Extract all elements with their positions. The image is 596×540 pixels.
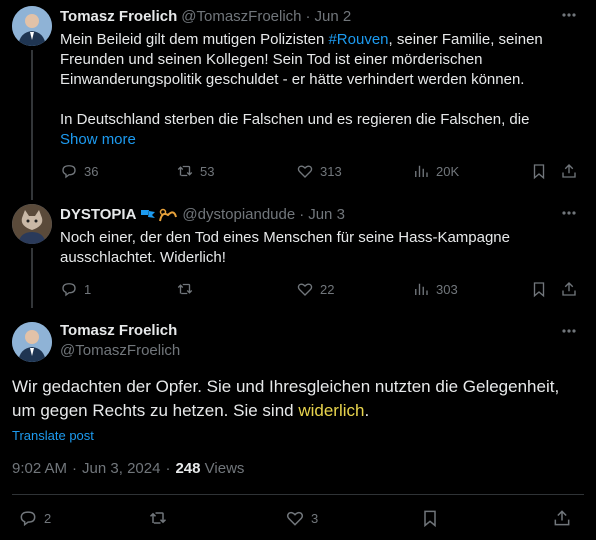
like-button[interactable]: 22 <box>296 280 334 298</box>
post-date[interactable]: Jun 3, 2024 <box>82 460 160 477</box>
repost-icon <box>177 165 193 177</box>
post-text: Mein Beileid gilt dem mutigen Polizisten… <box>60 30 580 150</box>
views-label: Views <box>204 460 245 477</box>
share-button[interactable] <box>560 280 578 298</box>
views-button[interactable]: 303 <box>412 280 458 298</box>
text-line: Einwanderungspolitik geschuldet - er hät… <box>60 71 525 88</box>
reply-count: 2 <box>44 510 52 526</box>
views-count: 303 <box>436 281 458 297</box>
more-icon[interactable] <box>560 6 578 29</box>
separator: · <box>165 460 171 477</box>
action-bar: 1 22 303 <box>60 280 580 300</box>
text-segment: . <box>364 401 370 420</box>
share-button[interactable] <box>552 508 572 528</box>
share-icon <box>562 164 576 178</box>
share-icon <box>554 510 570 526</box>
more-icon[interactable] <box>560 322 578 345</box>
like-button[interactable]: 313 <box>296 162 342 180</box>
more-icon[interactable] <box>560 204 578 227</box>
post-timestamp: 9:02 AM · Jun 3, 2024 · 248 Views <box>12 460 244 477</box>
share-button[interactable] <box>560 162 578 180</box>
author-name[interactable]: Tomasz Froelich <box>60 322 177 339</box>
tweet-header: DYSTOPIA @dystopiandude · Jun 3 <box>60 206 345 223</box>
reply-button[interactable]: 2 <box>18 508 51 528</box>
post-date[interactable]: Jun 2 <box>315 8 352 25</box>
author-name[interactable]: Tomasz Froelich <box>60 8 177 25</box>
thread-line <box>31 248 33 308</box>
views-icon <box>415 283 428 295</box>
verified-flag-icon <box>140 207 178 223</box>
bookmark-button[interactable] <box>530 280 548 298</box>
repost-icon <box>177 283 193 295</box>
post-date[interactable]: Jun 3 <box>308 206 345 223</box>
like-count: 3 <box>311 510 319 526</box>
like-button[interactable]: 3 <box>285 508 318 528</box>
bookmark-button[interactable] <box>420 508 440 528</box>
text-line: ausschlachtet. Widerlich! <box>60 249 226 266</box>
divider <box>12 494 584 495</box>
action-bar: 2 3 <box>12 508 584 530</box>
translate-post-link[interactable]: Translate post <box>12 428 94 443</box>
repost-icon <box>149 512 167 524</box>
views-count: 248 <box>175 460 201 477</box>
bookmark-icon <box>533 282 545 298</box>
views-button[interactable]: 20K <box>412 162 459 180</box>
reply-icon <box>20 511 36 527</box>
separator: · <box>305 8 311 25</box>
author-handle[interactable]: @TomaszFroelich <box>181 8 301 25</box>
text-line: Freunden und seinen Kollegen! Sein Tod i… <box>60 51 483 68</box>
tweet-header: Tomasz Froelich @TomaszFroelich · Jun 2 <box>60 8 351 25</box>
text-line: Noch einer, der den Tod eines Menschen f… <box>60 229 510 246</box>
hashtag-link[interactable]: #Rouven <box>328 31 388 48</box>
reply-button[interactable]: 36 <box>60 162 98 180</box>
show-more-link[interactable]: Show more <box>60 130 580 150</box>
share-icon <box>562 282 576 296</box>
avatar[interactable] <box>12 322 52 362</box>
thread-line <box>31 50 33 200</box>
reply-button[interactable]: 1 <box>60 280 91 298</box>
bookmark-button[interactable] <box>530 162 548 180</box>
repost-button[interactable] <box>148 508 174 528</box>
like-icon <box>297 165 313 178</box>
post-text: Noch einer, der den Tod eines Menschen f… <box>60 228 580 268</box>
like-icon <box>286 511 304 526</box>
repost-count: 53 <box>200 163 215 179</box>
separator: · <box>72 460 78 477</box>
views-icon <box>415 165 428 177</box>
like-count: 22 <box>320 281 335 297</box>
like-icon <box>297 283 313 296</box>
author-handle[interactable]: @TomaszFroelich <box>60 342 180 359</box>
author-name[interactable]: DYSTOPIA <box>60 206 136 223</box>
reply-count: 1 <box>84 281 92 297</box>
author-handle[interactable]: @dystopiandude <box>182 206 295 223</box>
text-segment: , seiner Familie, seinen <box>388 31 543 48</box>
bookmark-icon <box>533 164 545 180</box>
views-count: 20K <box>436 163 460 179</box>
text-line: In Deutschland sterben die Falschen und … <box>60 111 530 128</box>
avatar[interactable] <box>12 6 52 46</box>
repost-button[interactable] <box>176 280 200 298</box>
bookmark-icon <box>424 510 436 528</box>
repost-button[interactable]: 53 <box>176 162 214 180</box>
action-bar: 36 53 313 20K <box>60 162 580 182</box>
avatar[interactable] <box>12 204 52 244</box>
reply-count: 36 <box>84 163 99 179</box>
text-line: Wir gedachten der Opfer. Sie und Ihresgl… <box>12 377 560 396</box>
post-time[interactable]: 9:02 AM <box>12 460 67 477</box>
highlighted-word: widerlich <box>298 401 365 420</box>
separator: · <box>299 206 305 223</box>
reply-icon <box>62 283 76 297</box>
post-text: Wir gedachten der Opfer. Sie und Ihresgl… <box>12 375 588 423</box>
text-segment: Mein Beileid gilt dem mutigen Polizisten <box>60 31 329 48</box>
reply-icon <box>62 165 76 179</box>
text-segment: um gegen Rechts zu hetzen. Sie sind <box>12 401 299 420</box>
like-count: 313 <box>320 163 342 179</box>
